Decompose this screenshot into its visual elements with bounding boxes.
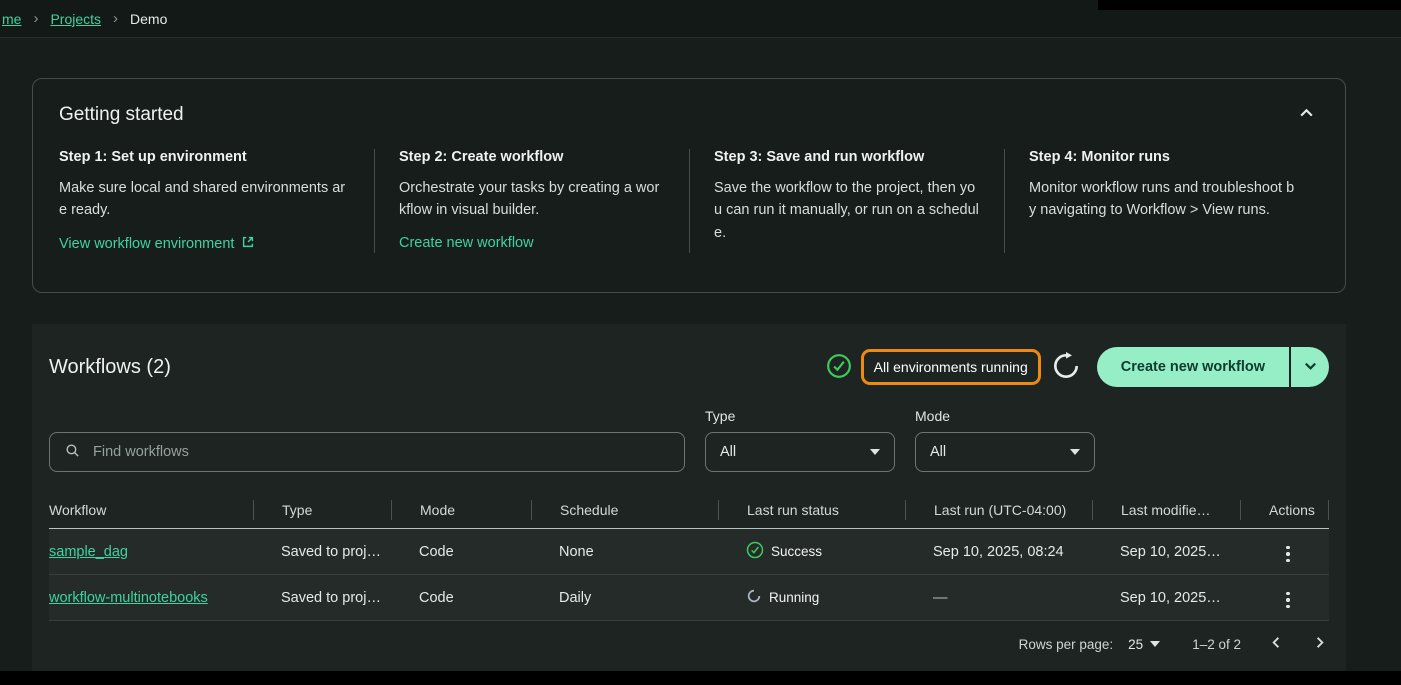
cell-mode: Code (419, 543, 454, 560)
status-success: Success (746, 541, 905, 562)
chevron-left-icon (1269, 635, 1284, 653)
row-actions-menu-button[interactable] (1282, 588, 1294, 613)
previous-page-button[interactable] (1267, 633, 1286, 655)
row-actions-menu-button[interactable] (1282, 542, 1294, 567)
collapse-panel-button[interactable] (1294, 101, 1319, 129)
environments-status-badge[interactable]: All environments running (860, 349, 1041, 385)
step-body: Make sure local and shared environments … (59, 180, 346, 219)
create-new-workflow-button[interactable]: Create new workflow (1096, 347, 1289, 387)
caret-down-icon (1070, 449, 1080, 455)
cell-last-run: Sep 10, 2025, 08:24 (933, 543, 1064, 560)
in-progress-spinner-icon (746, 588, 762, 607)
type-filter-select[interactable]: All (705, 432, 895, 472)
type-filter-value: All (720, 444, 737, 460)
workflows-heading: Workflows (2) (49, 355, 171, 378)
table-footer: Rows per page: 25 1–2 of 2 (49, 621, 1329, 667)
create-new-workflow-link[interactable]: Create new workflow (399, 235, 534, 251)
mode-filter-value: All (930, 444, 947, 460)
breadcrumb-item-home-partial[interactable]: me (2, 11, 21, 27)
breadcrumb-separator-icon: › (33, 10, 39, 27)
next-page-button[interactable] (1310, 633, 1329, 655)
column-header-workflow: Workflow (49, 502, 107, 518)
chevron-down-icon (1303, 358, 1318, 376)
workflows-table: Workflow Type Mode Schedule Last run sta… (49, 492, 1329, 667)
workflow-link-multinotebooks[interactable]: workflow-multinotebooks (49, 590, 208, 606)
table-row: sample_dag Saved to proj… Code None Succ… (49, 529, 1329, 575)
mode-filter-label: Mode (915, 408, 951, 424)
table-row: workflow-multinotebooks Saved to proj… C… (49, 575, 1329, 621)
screen-artifact-top-right (1098, 0, 1401, 10)
screen-artifact-bottom (0, 671, 1401, 685)
search-icon (64, 442, 81, 462)
column-header-schedule: Schedule (531, 500, 718, 520)
refresh-button[interactable] (1050, 350, 1082, 385)
step-body: Save the workflow to the project, then y… (714, 180, 979, 241)
find-workflows-search[interactable] (49, 432, 685, 472)
column-header-mode: Mode (391, 500, 531, 520)
breadcrumb-item-demo: Demo (130, 10, 168, 27)
cell-last-modified: Sep 10, 2025… (1120, 543, 1221, 560)
step-title: Step 4: Monitor runs (1029, 149, 1170, 165)
create-workflow-dropdown-button[interactable] (1291, 347, 1329, 387)
step-2-create-workflow: Step 2: Create workflow Orchestrate your… (374, 149, 689, 253)
search-input[interactable] (91, 443, 670, 461)
column-header-type: Type (253, 500, 391, 520)
step-title: Step 3: Save and run workflow (714, 149, 925, 165)
workflows-page: me › Projects › Demo Getting started Ste… (0, 0, 1401, 685)
environments-status-text: All environments running (873, 359, 1028, 375)
view-workflow-environment-link[interactable]: View workflow environment (59, 235, 255, 253)
success-status-icon (746, 541, 764, 562)
cell-schedule: None (559, 543, 594, 560)
cell-last-run: — (933, 589, 948, 606)
table-header-row: Workflow Type Mode Schedule Last run sta… (49, 492, 1329, 529)
getting-started-panel: Getting started Step 1: Set up environme… (32, 78, 1346, 293)
cell-last-modified: Sep 10, 2025… (1120, 589, 1221, 606)
cell-mode: Code (419, 589, 454, 606)
cell-type: Saved to proj… (281, 589, 381, 606)
external-link-icon (241, 235, 255, 253)
mode-filter-select[interactable]: All (915, 432, 1095, 472)
workflow-link-sample-dag[interactable]: sample_dag (49, 544, 128, 560)
rows-per-page-select[interactable]: 25 (1122, 636, 1166, 653)
getting-started-title: Getting started (59, 104, 184, 125)
column-header-last-run-status: Last run status (718, 500, 905, 520)
chevron-right-icon (1312, 635, 1327, 653)
pagination-range: 1–2 of 2 (1192, 636, 1241, 652)
step-title: Step 2: Create workflow (399, 149, 564, 165)
breadcrumb-separator-icon: › (113, 10, 119, 27)
step-1-setup-environment: Step 1: Set up environment Make sure loc… (59, 149, 374, 253)
step-body: Monitor workflow runs and troubleshoot b… (1029, 180, 1295, 219)
cell-schedule: Daily (559, 589, 592, 606)
success-status-icon (826, 353, 852, 382)
step-4-monitor-runs: Step 4: Monitor runs Monitor workflow ru… (1004, 149, 1319, 253)
caret-down-icon (1150, 641, 1161, 647)
column-header-last-run: Last run (UTC-04:00) (905, 500, 1092, 520)
chevron-up-icon (1298, 108, 1315, 125)
rows-per-page-label: Rows per page: (1018, 636, 1114, 652)
step-3-save-and-run: Step 3: Save and run workflow Save the w… (689, 149, 1004, 253)
type-filter-label: Type (705, 408, 736, 424)
caret-down-icon (870, 449, 880, 455)
cell-type: Saved to proj… (281, 543, 381, 560)
status-running: Running (746, 588, 905, 607)
workflows-section: Workflows (2) All environments running C… (32, 324, 1346, 671)
create-workflow-split-button: Create new workflow (1096, 347, 1329, 387)
refresh-icon (1050, 350, 1082, 385)
breadcrumb-item-projects[interactable]: Projects (50, 11, 101, 27)
column-header-last-modified: Last modifie… (1092, 500, 1240, 520)
column-header-actions: Actions (1240, 500, 1329, 520)
step-body: Orchestrate your tasks by creating a wor… (399, 180, 660, 219)
step-title: Step 1: Set up environment (59, 149, 247, 165)
